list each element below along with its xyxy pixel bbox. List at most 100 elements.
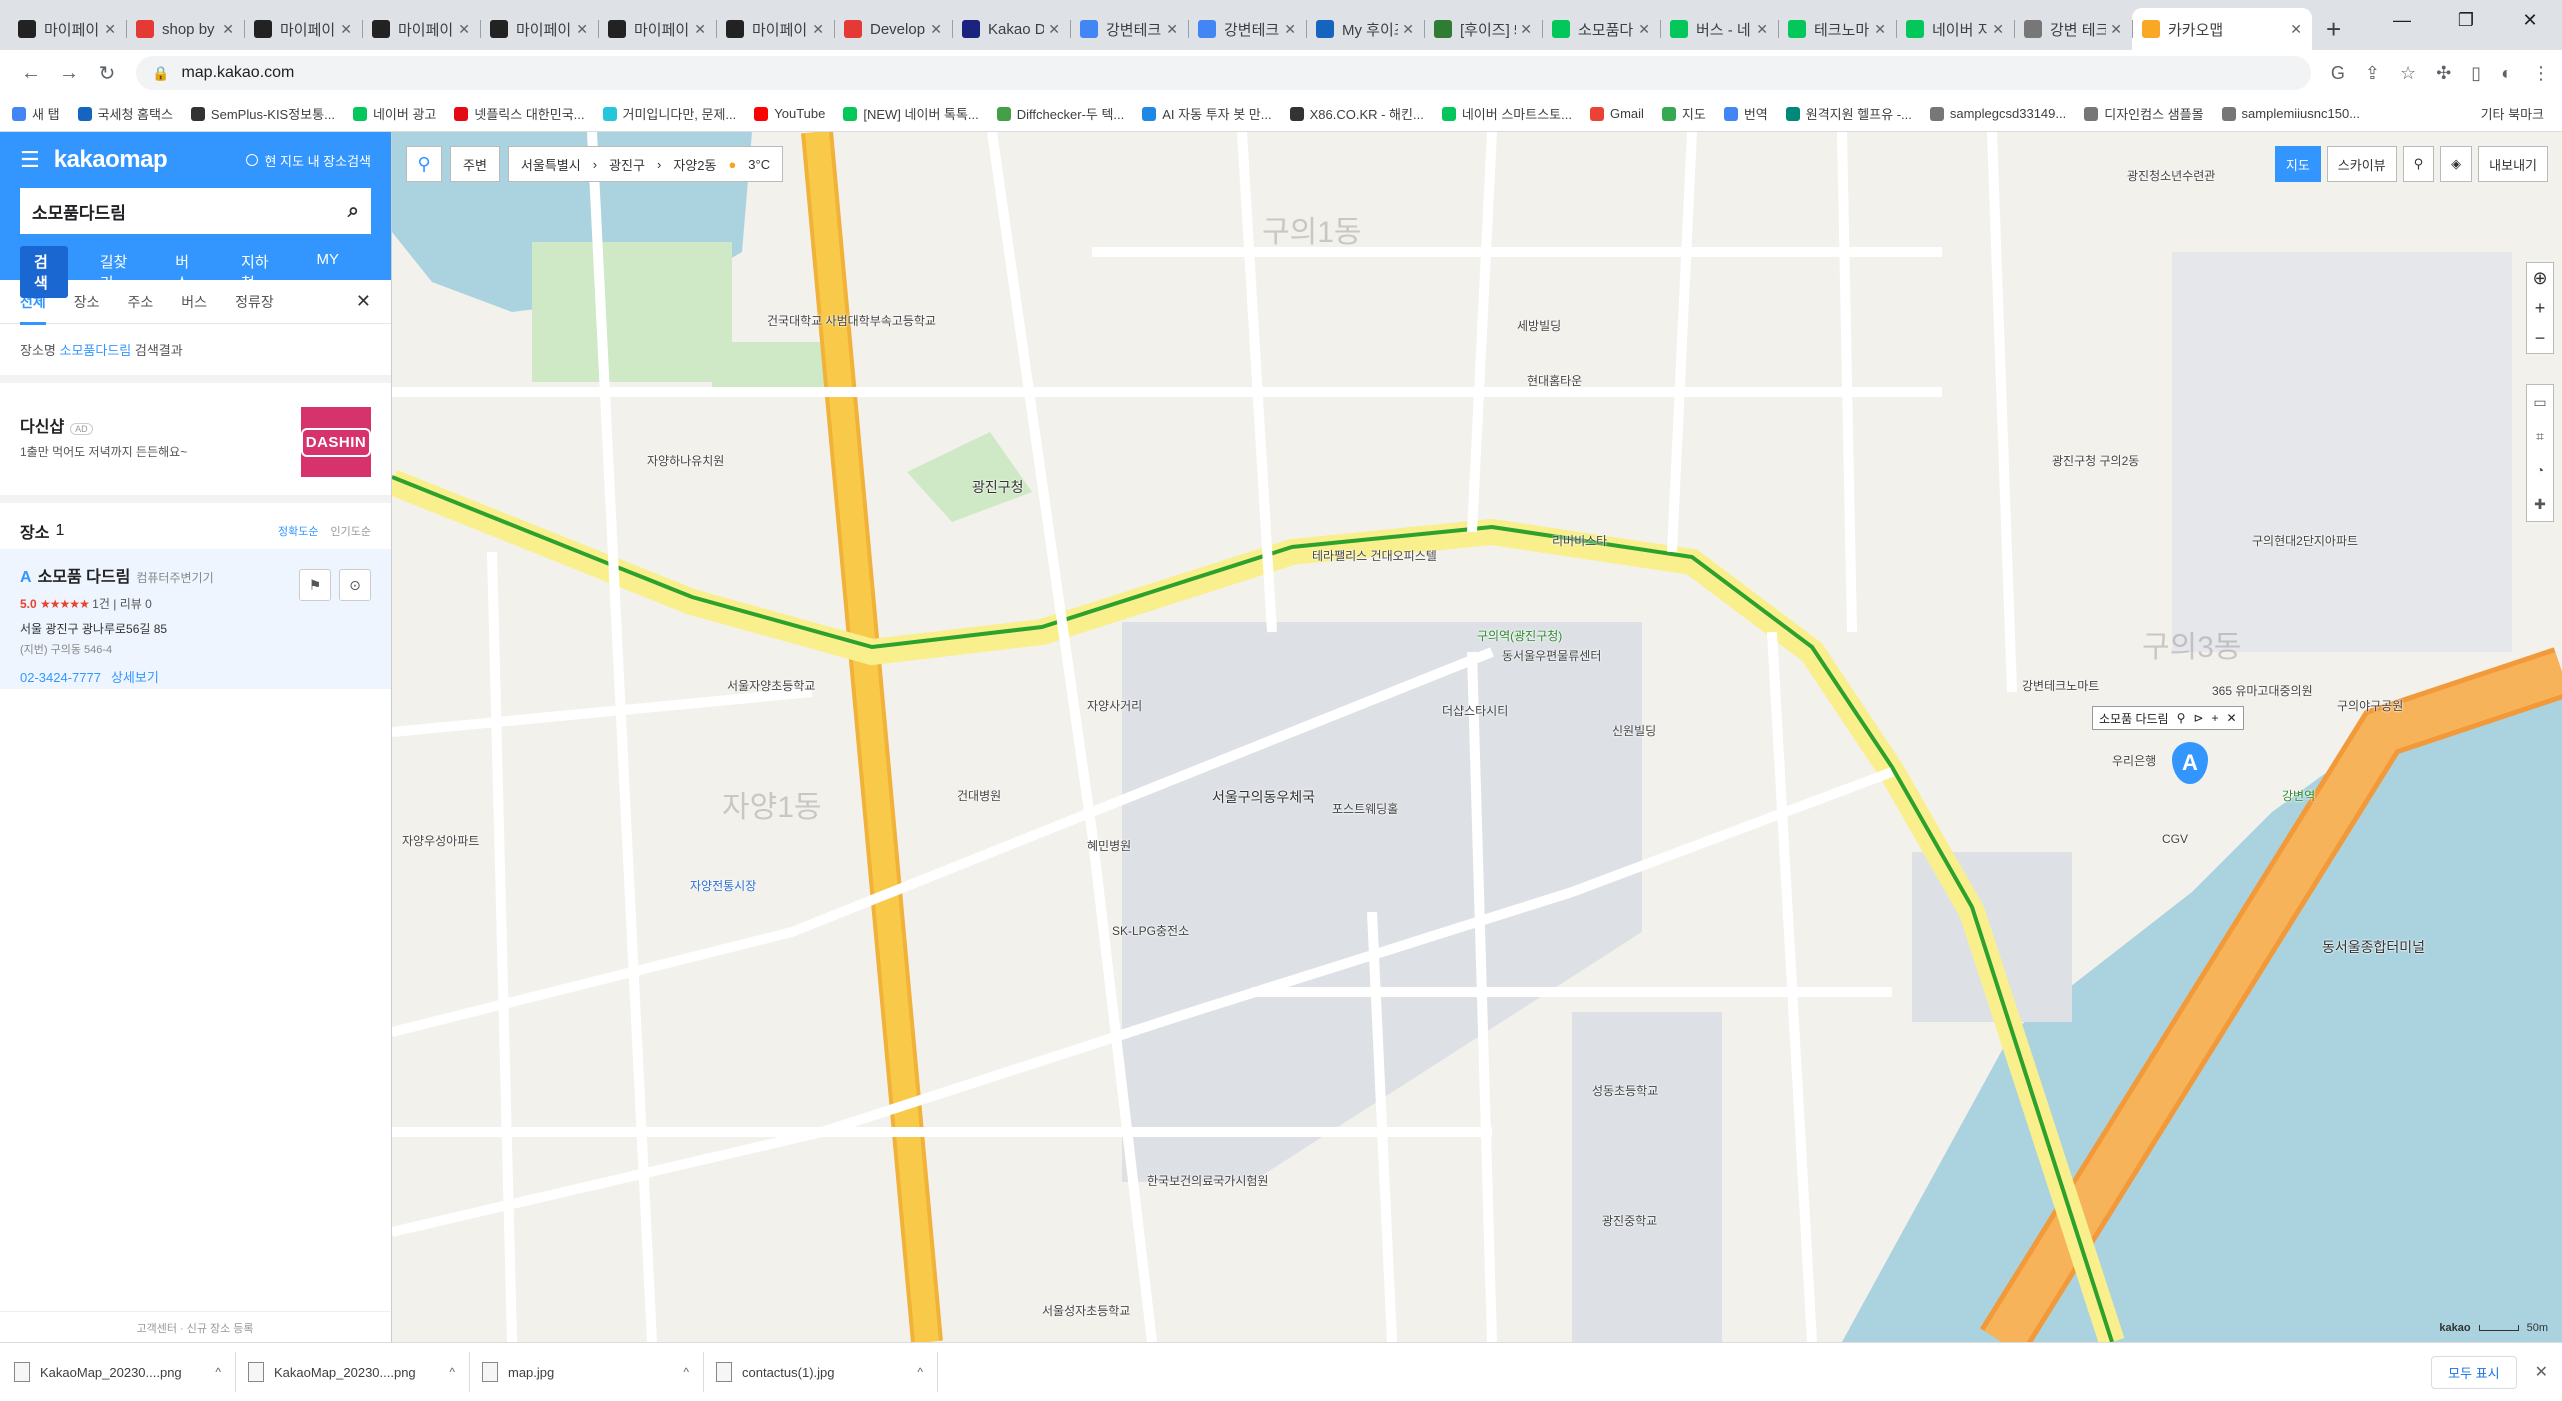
bookmark-item[interactable]: YouTube <box>754 106 825 121</box>
map-poi-label[interactable]: 자양전통시장 <box>690 877 756 894</box>
kakaomap-logo[interactable]: kakaomap <box>54 146 168 174</box>
map-poi-label[interactable]: 자양사거리 <box>1087 697 1142 714</box>
minimize-button[interactable]: — <box>2370 0 2434 40</box>
ad-thumbnail[interactable]: DASHIN <box>300 407 372 477</box>
reload-icon[interactable]: ↻ <box>88 61 126 86</box>
crumb-dong[interactable]: 자양2동 <box>673 155 716 174</box>
map-poi-label[interactable]: 자양하나유치원 <box>647 452 724 469</box>
browser-tab[interactable]: 버스 - 네 ✕ <box>1660 8 1778 50</box>
tab-close-icon[interactable]: ✕ <box>1756 21 1768 38</box>
bookmark-item[interactable]: AI 자동 투자 봇 만... <box>1142 104 1272 123</box>
bookmark-item[interactable]: 네이버 스마트스토... <box>1441 104 1572 123</box>
browser-tab[interactable]: 강변테크노✕ <box>1188 8 1306 50</box>
tab-close-icon[interactable]: ✕ <box>576 21 588 38</box>
main-tab[interactable]: 길찾기 <box>86 246 144 298</box>
download-item[interactable]: map.jpg ^ <box>482 1352 704 1392</box>
bookmark-star-icon[interactable]: ☆ <box>2400 63 2416 84</box>
plus-icon[interactable]: + <box>2211 711 2218 725</box>
in-map-search-toggle[interactable]: 현 지도 내 장소검색 <box>246 151 371 170</box>
browser-tab[interactable]: 마이페이지✕ <box>598 8 716 50</box>
bookmark-item[interactable]: 네이버 광고 <box>352 104 436 123</box>
map-poi-label[interactable]: 혜민병원 <box>1087 837 1131 854</box>
route-icon[interactable]: ⊙ <box>339 569 371 601</box>
map-poi-label[interactable]: 자양우성아파트 <box>402 832 479 849</box>
close-download-bar-icon[interactable]: ✕ <box>2535 1362 2548 1382</box>
main-tab[interactable]: 검색 <box>20 246 68 298</box>
crumb-city[interactable]: 서울특별시 <box>521 155 581 174</box>
browser-tab[interactable]: 테크노마 ✕ <box>1778 8 1896 50</box>
browser-tab[interactable]: shop by ✕ <box>126 8 244 50</box>
browser-tab[interactable]: 마이페이지✕ <box>716 8 834 50</box>
map-poi-label[interactable]: 테라팰리스 건대오피스텔 <box>1312 547 1437 564</box>
back-arrow-icon[interactable]: ← <box>12 62 50 85</box>
place-result-item[interactable]: A 소모품 다드림 컴퓨터주변기기 5.0 ★★★★★ 1건 | 리뷰 0 서울 광… <box>0 549 391 689</box>
bookmark-item[interactable]: 디자인컴스 샘플몰 <box>2084 104 2204 123</box>
main-tab[interactable]: MY <box>303 246 354 298</box>
tab-close-icon[interactable]: ✕ <box>930 21 942 38</box>
place-review-count[interactable]: 1건 <box>92 597 110 611</box>
skyview-button[interactable]: 스카이뷰 <box>2326 146 2397 182</box>
map-poi-label[interactable]: 강변테크노마트 <box>2022 677 2099 694</box>
crumb-district[interactable]: 광진구 <box>609 155 645 174</box>
export-button[interactable]: 내보내기 <box>2478 146 2548 182</box>
map-poi-label[interactable]: 동서울종합터미널 <box>2322 937 2425 957</box>
tab-close-icon[interactable]: ✕ <box>1992 21 2004 38</box>
tab-close-icon[interactable]: ✕ <box>694 21 706 38</box>
browser-tab[interactable]: [후이즈] 5 ✕ <box>1424 8 1542 50</box>
map-poi-label[interactable]: 자양1동 <box>722 782 822 826</box>
map-poi-label[interactable]: 광진구청 구의2동 <box>2052 452 2139 469</box>
map-poi-label[interactable]: 서울구의동우체국 <box>1212 787 1315 807</box>
browser-tab[interactable]: 마이페이지✕ <box>8 8 126 50</box>
puzzle-extension-icon[interactable]: ✣ <box>2436 63 2451 84</box>
map-poi-label[interactable]: 광진청소년수련관 <box>2127 167 2215 184</box>
sort-accuracy[interactable]: 정확도순 <box>278 526 318 538</box>
map-poi-label[interactable]: 서울성자초등학교 <box>1042 1302 1130 1319</box>
around-button[interactable]: 주변 <box>450 146 500 182</box>
browser-tab[interactable]: 네이버 지 ✕ <box>1896 8 2014 50</box>
bookmark-item[interactable]: 새 탭 <box>12 104 60 123</box>
google-icon[interactable]: G <box>2331 63 2345 84</box>
map-poi-label[interactable]: 구의야구공원 <box>2337 697 2403 714</box>
map-poi-label[interactable]: SK-LPG충전소 <box>1112 922 1189 939</box>
main-tab[interactable]: 지하철 <box>227 246 285 298</box>
bookmark-item[interactable]: X86.CO.KR - 해킨... <box>1289 104 1424 123</box>
download-item[interactable]: contactus(1).jpg ^ <box>716 1352 938 1392</box>
map-poi-label[interactable]: 포스트웨딩홀 <box>1332 800 1398 817</box>
omnibox[interactable]: 🔒 map.kakao.com <box>136 56 2311 90</box>
radius-icon[interactable]: ◔ <box>2536 453 2544 487</box>
region-breadcrumb[interactable]: 서울특별시 › 광진구 › 자양2동 ● 3°C <box>507 146 784 182</box>
ad-card[interactable]: 다신샵 AD 1출만 먹어도 저녁까지 든든해요~ DASHIN <box>0 383 391 503</box>
profile-icon[interactable]: ◐ <box>2501 63 2512 84</box>
browser-tab[interactable]: 마이페이지✕ <box>362 8 480 50</box>
map-poi-label[interactable]: 강변역 <box>2282 787 2315 804</box>
tab-close-icon[interactable]: ✕ <box>458 21 470 38</box>
tab-close-icon[interactable]: ✕ <box>2290 21 2302 38</box>
sidebar-footer[interactable]: 고객센터 · 신규 장소 등록 <box>0 1311 390 1336</box>
bookmark-item[interactable]: Diffchecker-두 텍... <box>996 104 1124 123</box>
map-poi-label[interactable]: 성동초등학교 <box>1592 1082 1658 1099</box>
browser-tab[interactable]: 마이페이지✕ <box>480 8 598 50</box>
forward-arrow-icon[interactable]: → <box>50 62 88 85</box>
close-window-button[interactable]: ✕ <box>2498 0 2562 40</box>
bookmark-item[interactable]: 국세청 홈택스 <box>77 104 173 123</box>
roadview-icon[interactable]: ✚ <box>2534 487 2546 521</box>
map-poi-label[interactable]: 구의1동 <box>1262 207 1362 251</box>
browser-tab[interactable]: 강변 테크 ✕ <box>2014 8 2132 50</box>
tab-close-icon[interactable]: ✕ <box>1874 21 1886 38</box>
pin-icon[interactable]: ⚲ <box>2177 711 2186 725</box>
bookmark-item[interactable]: Gmail <box>1589 106 1644 121</box>
bookmark-item[interactable]: samplegcsd33149... <box>1929 106 2066 121</box>
bookmark-item[interactable]: 원격지원 헬프유 -... <box>1785 104 1912 123</box>
map-poi-label[interactable]: 건대병원 <box>957 787 1001 804</box>
map-poi-label[interactable]: 광진구청 <box>972 477 1024 497</box>
hamburger-menu-icon[interactable]: ☰ <box>20 147 40 173</box>
tab-close-icon[interactable]: ✕ <box>222 21 234 38</box>
route-start-icon[interactable]: ⊳ <box>2193 711 2203 725</box>
menu-kebab-icon[interactable]: ⋮ <box>2532 63 2550 84</box>
map-poi-label[interactable]: 구의3동 <box>2142 622 2242 666</box>
distance-icon[interactable]: ▭ <box>2533 385 2546 419</box>
search-box[interactable]: 소모품다드림 ⌕ <box>20 188 371 234</box>
chevron-up-icon[interactable]: ^ <box>683 1365 689 1379</box>
search-icon[interactable]: ⌕ <box>348 200 359 223</box>
map-poi-label[interactable]: 현대홈타운 <box>1527 372 1582 389</box>
